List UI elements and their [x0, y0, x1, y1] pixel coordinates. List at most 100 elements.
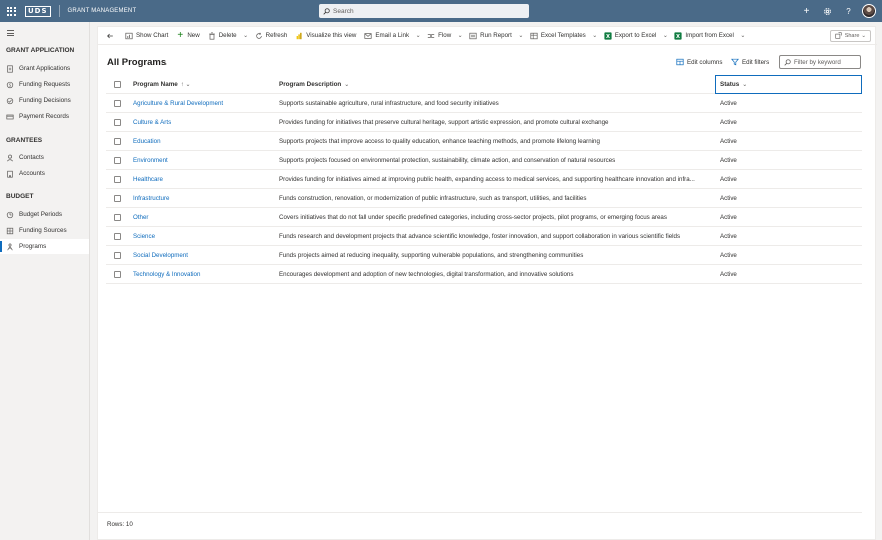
program-name-link[interactable]: Agriculture & Rural Development [133, 100, 223, 107]
run-report-label: Run Report [480, 32, 512, 39]
program-name-link[interactable]: Healthcare [133, 176, 163, 183]
payment-icon [6, 113, 14, 121]
trash-icon [208, 31, 216, 40]
plus-icon: + [177, 30, 184, 41]
flow-button[interactable]: Flow [423, 27, 455, 45]
program-name-link[interactable]: Environment [133, 157, 168, 164]
row-checkbox[interactable] [114, 113, 121, 132]
sidebar-item-grant-applications[interactable]: Grant Applications [0, 61, 89, 76]
program-name-link[interactable]: Other [133, 214, 148, 221]
building-icon [6, 170, 14, 178]
top-bar: UDS GRANT MANAGEMENT Search + ? [0, 0, 882, 22]
row-checkbox[interactable] [114, 94, 121, 113]
table-row[interactable]: Environment Supports projects focused on… [106, 151, 862, 170]
chevron-down-icon[interactable]: ⌄ [241, 32, 251, 39]
program-description: Supports sustainable agriculture, rural … [279, 100, 499, 107]
table-row[interactable]: Healthcare Provides funding for initiati… [106, 170, 862, 189]
sidebar-item-budget-periods[interactable]: Budget Periods [0, 207, 89, 222]
program-name-link[interactable]: Culture & Arts [133, 119, 171, 126]
table-row[interactable]: Technology & Innovation Encourages devel… [106, 265, 862, 284]
delete-button[interactable]: Delete [204, 27, 241, 45]
table-row[interactable]: Social Development Funds projects aimed … [106, 246, 862, 265]
table-row[interactable]: Other Covers initiatives that do not fal… [106, 208, 862, 227]
show-chart-button[interactable]: Show Chart [121, 27, 172, 45]
column-header-program-name[interactable]: Program Name ↑ ⌄ [133, 75, 191, 94]
row-checkbox[interactable] [114, 227, 121, 246]
row-checkbox[interactable] [114, 151, 121, 170]
export-excel-label: Export to Excel [614, 32, 657, 39]
program-name-link[interactable]: Social Development [133, 252, 188, 259]
plus-icon[interactable]: + [796, 0, 817, 22]
table-row[interactable]: Science Funds research and development p… [106, 227, 862, 246]
sidebar-item-payment-records[interactable]: Payment Records [0, 109, 89, 124]
chevron-down-icon[interactable]: ⌄ [738, 32, 748, 39]
chevron-down-icon[interactable]: ⌄ [455, 32, 465, 39]
grid-header: Program Name ↑ ⌄ Program Description ⌄ S… [106, 75, 862, 94]
settings-icon[interactable] [817, 0, 838, 22]
visualize-button[interactable]: Visualize this view [291, 27, 360, 45]
sidebar-item-accounts[interactable]: Accounts [0, 166, 89, 181]
search-input[interactable]: Search [319, 4, 529, 18]
share-button[interactable]: Share ⌄ [829, 30, 871, 42]
import-excel-button[interactable]: X Import from Excel [670, 27, 737, 45]
sidebar-item-programs[interactable]: Programs [0, 239, 89, 254]
sidebar-item-funding-sources[interactable]: Funding Sources [0, 223, 89, 238]
sidebar-item-label: Programs [19, 243, 47, 250]
chevron-down-icon[interactable]: ⌄ [344, 81, 349, 88]
email-link-button[interactable]: Email a Link [360, 27, 413, 45]
sidebar-item-contacts[interactable]: Contacts [0, 150, 89, 165]
row-checkbox[interactable] [114, 170, 121, 189]
program-name-link[interactable]: Education [133, 138, 161, 145]
new-button[interactable]: + New [172, 27, 203, 45]
chevron-down-icon[interactable]: ⌄ [413, 32, 423, 39]
filter-keyword-field[interactable] [794, 58, 854, 66]
sidebar-item-label: Budget Periods [19, 211, 63, 218]
export-excel-button[interactable]: X Export to Excel [600, 27, 661, 45]
row-checkbox[interactable] [114, 189, 121, 208]
program-name-link[interactable]: Infrastructure [133, 195, 169, 202]
view-title[interactable]: All Programs [107, 57, 166, 68]
table-row[interactable]: Education Supports projects that improve… [106, 132, 862, 151]
row-checkbox[interactable] [114, 208, 121, 227]
row-checkbox[interactable] [114, 132, 121, 151]
import-excel-label: Import from Excel [685, 32, 734, 39]
help-icon[interactable]: ? [838, 0, 859, 22]
edit-columns-button[interactable]: Edit columns [676, 58, 722, 66]
row-checkbox[interactable] [114, 265, 121, 284]
back-button[interactable] [98, 27, 121, 45]
view-selector-chevron-icon[interactable]: ⌄ [163, 60, 168, 67]
refresh-button[interactable]: Refresh [251, 27, 292, 45]
status-value: Active [720, 195, 737, 202]
person-icon [6, 154, 14, 162]
sort-ascending-icon[interactable]: ↑ ⌄ [181, 81, 191, 88]
run-report-button[interactable]: Run Report [465, 27, 516, 45]
sidebar-item-funding-decisions[interactable]: Funding Decisions [0, 93, 89, 108]
sidebar-item-label: Contacts [19, 154, 44, 161]
sidebar-item-funding-requests[interactable]: $ Funding Requests [0, 77, 89, 92]
table-row[interactable]: Culture & Arts Provides funding for init… [106, 113, 862, 132]
column-header-status[interactable]: Status ⌄ [715, 75, 862, 94]
edit-columns-label: Edit columns [687, 58, 723, 66]
visualize-label: Visualize this view [306, 32, 357, 39]
program-name-link[interactable]: Science [133, 233, 155, 240]
chevron-down-icon[interactable]: ⌄ [516, 32, 526, 39]
edit-filters-button[interactable]: Edit filters [731, 58, 769, 66]
select-all-checkbox[interactable] [114, 75, 121, 94]
row-checkbox[interactable] [114, 246, 121, 265]
table-row[interactable]: Infrastructure Funds construction, renov… [106, 189, 862, 208]
avatar[interactable] [862, 4, 876, 18]
chevron-down-icon[interactable]: ⌄ [590, 32, 600, 39]
chevron-down-icon[interactable]: ⌄ [660, 32, 670, 39]
excel-templates-button[interactable]: Excel Templates [526, 27, 590, 45]
flow-label: Flow [438, 32, 452, 39]
column-header-program-description[interactable]: Program Description ⌄ [279, 75, 349, 94]
program-name-link[interactable]: Technology & Innovation [133, 271, 200, 278]
sidebar-item-label: Funding Decisions [19, 97, 71, 104]
table-row[interactable]: Agriculture & Rural Development Supports… [106, 94, 862, 113]
app-launcher-icon[interactable] [0, 0, 22, 22]
sidebar-item-label: Funding Requests [19, 81, 71, 88]
sidebar: GRANT APPLICATION Grant Applications $ F… [0, 22, 90, 540]
hamburger-icon[interactable] [7, 30, 14, 38]
filter-by-keyword-input[interactable] [779, 55, 861, 69]
chevron-down-icon[interactable]: ⌄ [742, 81, 747, 88]
